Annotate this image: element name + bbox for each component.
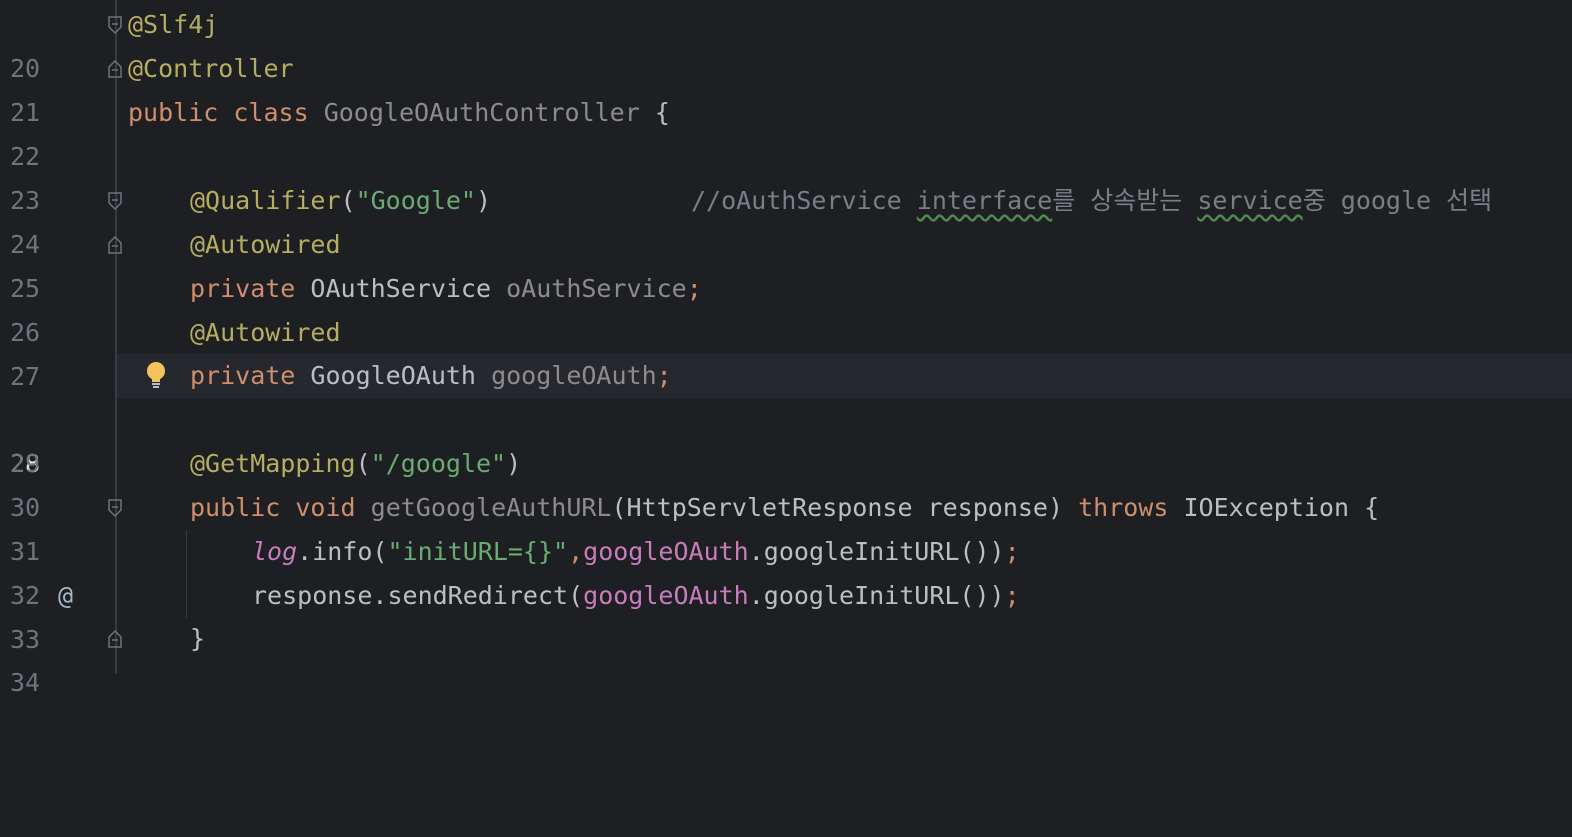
paren: ( xyxy=(355,449,371,478)
code-line-32[interactable]: 32 log.info("initURL={}",googleOAuth.goo… xyxy=(0,530,1572,610)
keyword: private xyxy=(190,361,296,390)
brace: } xyxy=(190,624,206,653)
comment-text: //oAuthService xyxy=(691,186,917,215)
code-line-20[interactable]: 20 @Slf4j xyxy=(0,3,1572,83)
type-name: OAuthService xyxy=(310,274,492,303)
annotation: @Autowired xyxy=(190,318,341,347)
code-line-33[interactable]: 33 response.sendRedirect(googleOAuth.goo… xyxy=(0,574,1572,654)
code-text: @GetMapping("/google") xyxy=(190,442,521,486)
semicolon: ; xyxy=(686,274,702,303)
code-editor[interactable]: 20 @Slf4j 21 @Controller 22 public class… xyxy=(0,0,1572,697)
comment-text: 를 상속받는 xyxy=(1052,186,1198,215)
brace: { xyxy=(654,98,670,127)
keyword: class xyxy=(233,98,309,127)
code-text: public class GoogleOAuthController { xyxy=(128,91,670,135)
fold-end-icon[interactable] xyxy=(107,630,123,648)
annotation: @Qualifier xyxy=(190,186,341,215)
method-name: getGoogleAuthURL xyxy=(370,493,612,522)
parameters: (HttpServletResponse response) xyxy=(611,493,1064,522)
code-line-26[interactable]: 26 private OAuthService oAuthService; xyxy=(0,267,1572,347)
code-line-28-current[interactable]: 28 private GoogleOAuth googleOAuth; xyxy=(0,354,1572,478)
class-name: GoogleOAuthController xyxy=(323,98,640,127)
code-text: log.info("initURL={}",googleOAuth.google… xyxy=(252,530,1020,574)
keyword: public xyxy=(128,98,219,127)
fold-start-icon[interactable] xyxy=(107,499,123,517)
comment-text: 중 google 선택 xyxy=(1302,186,1493,215)
type-name: GoogleOAuth xyxy=(310,361,476,390)
code-text: private OAuthService oAuthService; xyxy=(190,267,702,311)
code-line-23[interactable]: 23 xyxy=(0,135,1572,215)
code-line-27[interactable]: 27 @Autowired xyxy=(0,311,1572,391)
code-line-34[interactable]: 34 } xyxy=(0,617,1572,697)
code-text: private GoogleOAuth googleOAuth; xyxy=(190,354,672,398)
field-name: oAuthService xyxy=(506,274,687,303)
typo-word[interactable]: service xyxy=(1197,186,1302,215)
annotation: @Slf4j xyxy=(128,10,219,39)
method-call: .googleInitURL()) xyxy=(748,581,1005,610)
keyword: void xyxy=(295,493,356,522)
fold-start-icon[interactable] xyxy=(107,192,123,210)
string-literal: "/google" xyxy=(370,449,507,478)
comma: , xyxy=(568,537,584,566)
code-line-24[interactable]: 24 @Qualifier("Google") //oAuthService i… xyxy=(0,179,1572,259)
code-line-22[interactable]: 22 public class GoogleOAuthController { xyxy=(0,91,1572,171)
field-ref: googleOAuth xyxy=(583,581,749,610)
method-call: response.sendRedirect( xyxy=(252,581,584,610)
brace: { xyxy=(1364,493,1380,522)
semicolon: ; xyxy=(1004,537,1020,566)
annotation: @Autowired xyxy=(190,230,341,259)
string-literal: "initURL={}" xyxy=(387,537,569,566)
string-literal: "Google" xyxy=(355,186,476,215)
keyword: throws xyxy=(1078,493,1169,522)
semicolon: ; xyxy=(1004,581,1020,610)
code-line-30[interactable]: 30 @GetMapping("/google") xyxy=(0,442,1572,522)
code-text: @Qualifier("Google") xyxy=(190,179,491,223)
annotation: @GetMapping xyxy=(190,449,356,478)
method-call: .info( xyxy=(297,537,388,566)
code-text: response.sendRedirect(googleOAuth.google… xyxy=(252,574,1020,618)
comment: //oAuthService interface를 상속받는 service중 … xyxy=(691,179,1492,223)
paren: ) xyxy=(506,449,522,478)
code-line-29[interactable]: 29 xyxy=(0,398,1572,478)
code-line-21[interactable]: 21 @Controller xyxy=(0,47,1572,127)
field-ref: googleOAuth xyxy=(583,537,749,566)
code-line-25[interactable]: 25 @Autowired xyxy=(0,223,1572,303)
semicolon: ; xyxy=(656,361,672,390)
annotation: @Controller xyxy=(128,54,294,83)
fold-end-icon[interactable] xyxy=(107,236,123,254)
fold-end-icon[interactable] xyxy=(107,60,123,78)
paren: ) xyxy=(476,186,492,215)
keyword: private xyxy=(190,274,296,303)
typo-word[interactable]: interface xyxy=(917,186,1052,215)
field-name: googleOAuth xyxy=(491,361,657,390)
static-field: log xyxy=(252,537,298,566)
code-text: public void getGoogleAuthURL(HttpServlet… xyxy=(190,486,1379,530)
fold-start-icon[interactable] xyxy=(107,16,123,34)
keyword: public xyxy=(190,493,281,522)
line-number[interactable]: 34 xyxy=(10,661,50,705)
exception-type: IOException xyxy=(1183,493,1350,522)
lightbulb-icon[interactable] xyxy=(144,361,168,391)
method-call: .googleInitURL()) xyxy=(748,537,1005,566)
paren: ( xyxy=(340,186,356,215)
code-line-31[interactable]: 31 @ public void getGoogleAuthURL(HttpSe… xyxy=(0,486,1572,610)
